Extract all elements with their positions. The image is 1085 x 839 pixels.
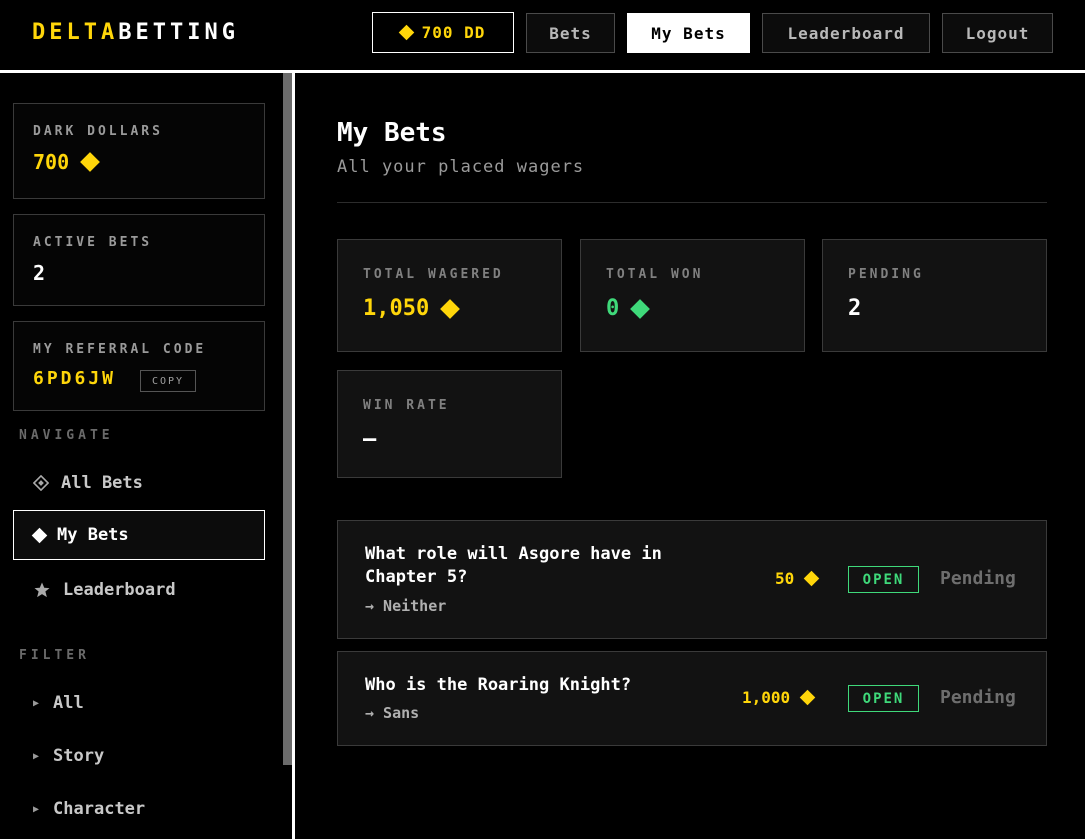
bet-card[interactable]: What role will Asgore have in Chapter 5?…: [337, 520, 1047, 639]
sidebar-item-my-bets[interactable]: My Bets: [13, 510, 265, 560]
nav-bets-button[interactable]: Bets: [526, 13, 615, 53]
triangle-right-icon: ▶: [33, 697, 40, 709]
diamond-icon: [440, 298, 461, 319]
bet-result: Pending: [940, 568, 1016, 589]
diamond-icon: [799, 689, 816, 706]
sidebar-divider: [292, 73, 295, 839]
bet-question: Who is the Roaring Knight?: [365, 675, 632, 695]
filter-item-story[interactable]: ▶ Story: [33, 746, 104, 766]
active-bets-value: 2: [33, 261, 46, 285]
stat-total-won: TOTAL WON 0: [580, 239, 805, 352]
stat-pending: PENDING 2: [822, 239, 1047, 352]
logout-button[interactable]: Logout: [942, 13, 1053, 53]
stat-total-wagered: TOTAL WAGERED 1,050: [337, 239, 562, 352]
sidebar: DARK DOLLARS 700 ACTIVE BETS 2 MY REFERR…: [0, 73, 283, 839]
diamond-icon: [80, 152, 101, 172]
status-badge: OPEN: [848, 566, 919, 593]
referral-label: MY REFERRAL CODE: [33, 342, 207, 357]
navigate-heading: NAVIGATE: [19, 428, 114, 443]
sidebar-item-leaderboard[interactable]: Leaderboard: [13, 566, 265, 614]
bet-pick: → Neither: [365, 597, 447, 615]
sidebar-item-all-bets[interactable]: All Bets: [13, 459, 265, 507]
nav-leaderboard-button[interactable]: Leaderboard: [762, 13, 930, 53]
app-logo[interactable]: DELTABETTING: [32, 20, 239, 45]
triangle-right-icon: ▶: [33, 803, 40, 815]
diamond-icon: [398, 24, 414, 41]
filter-item-all[interactable]: ▶ All: [33, 693, 84, 713]
bet-amount: 50: [775, 569, 820, 588]
active-bets-card: ACTIVE BETS 2: [13, 214, 265, 306]
status-badge: OPEN: [848, 685, 919, 712]
diamond-icon: [803, 570, 820, 587]
bet-card[interactable]: Who is the Roaring Knight? → Sans 1,000 …: [337, 651, 1047, 746]
diamond-icon: [31, 527, 48, 543]
stat-win-rate: WIN RATE —: [337, 370, 562, 478]
bet-question: What role will Asgore have in Chapter 5?: [365, 544, 662, 587]
dark-dollars-label: DARK DOLLARS: [33, 124, 163, 139]
dark-dollars-value: 700: [33, 150, 101, 174]
star-icon: [34, 582, 50, 598]
triangle-right-icon: ▶: [33, 750, 40, 762]
bet-amount: 1,000: [742, 688, 816, 707]
diamond-outline-icon: [33, 475, 49, 491]
top-header: DELTABETTING 700 DD Bets My Bets Leaderb…: [0, 0, 1085, 70]
referral-card: MY REFERRAL CODE 6PD6JW COPY: [13, 321, 265, 411]
title-divider: [337, 202, 1047, 203]
active-bets-label: ACTIVE BETS: [33, 235, 153, 250]
copy-referral-button[interactable]: COPY: [140, 370, 196, 392]
nav-my-bets-button[interactable]: My Bets: [627, 13, 750, 53]
page-subtitle: All your placed wagers: [337, 157, 585, 177]
balance-badge[interactable]: 700 DD: [372, 12, 514, 53]
referral-code: 6PD6JW: [33, 368, 117, 389]
filter-item-character[interactable]: ▶ Character: [33, 799, 145, 819]
diamond-icon: [630, 298, 651, 319]
bet-pick: → Sans: [365, 704, 420, 722]
bet-result: Pending: [940, 687, 1016, 708]
dark-dollars-card: DARK DOLLARS 700: [13, 103, 265, 199]
page-title: My Bets: [337, 118, 447, 148]
filter-heading: FILTER: [19, 648, 90, 663]
